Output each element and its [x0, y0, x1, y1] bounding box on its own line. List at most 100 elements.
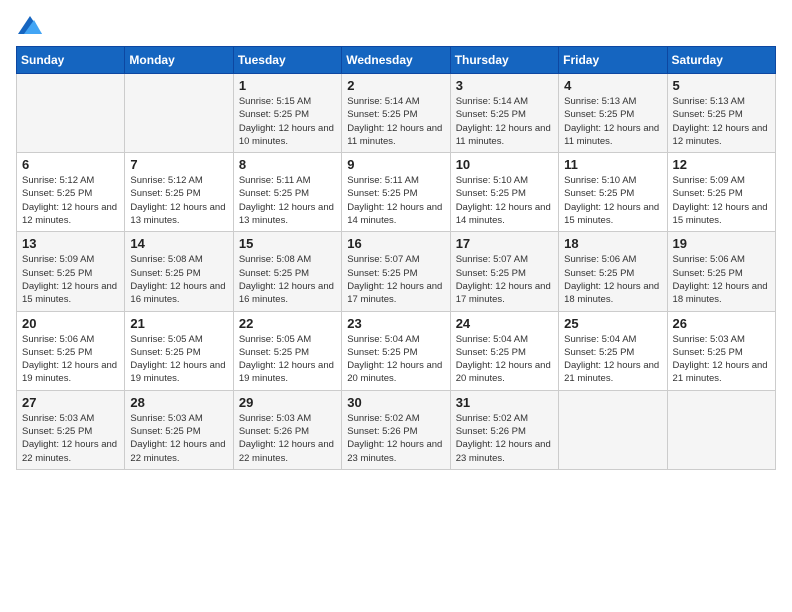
day-number: 18 — [564, 236, 661, 251]
calendar-cell: 17Sunrise: 5:07 AM Sunset: 5:25 PM Dayli… — [450, 232, 558, 311]
day-info: Sunrise: 5:10 AM Sunset: 5:25 PM Dayligh… — [456, 174, 553, 227]
calendar-cell: 14 Sunrise: 5:08 AM Sunset: 5:25 PM Dayli… — [125, 232, 233, 311]
day-number: 29 — [239, 395, 336, 410]
day-info: Sunrise: 5:08 AM Sunset: 5:25 PM Dayligh… — [130, 253, 227, 306]
day-number: 7 — [130, 157, 227, 172]
calendar-cell: 15 Sunrise: 5:08 AM Sunset: 5:25 PM Dayli… — [233, 232, 341, 311]
calendar-week-row: 20 Sunrise: 5:06 AM Sunset: 5:25 PM Dayli… — [17, 311, 776, 390]
calendar-cell: 19Sunrise: 5:06 AM Sunset: 5:25 PM Dayli… — [667, 232, 775, 311]
day-of-week-header: Thursday — [450, 47, 558, 74]
calendar-cell: 7 Sunrise: 5:12 AM Sunset: 5:25 PM Daylig… — [125, 153, 233, 232]
calendar-week-row: 6 Sunrise: 5:12 AM Sunset: 5:25 PM Daylig… — [17, 153, 776, 232]
calendar-cell: 30 Sunrise: 5:02 AM Sunset: 5:26 PM Dayli… — [342, 390, 450, 469]
day-info: Sunrise: 5:02 AM Sunset: 5:26 PM Dayligh… — [456, 412, 553, 465]
calendar-cell: 21 Sunrise: 5:05 AM Sunset: 5:25 PM Dayli… — [125, 311, 233, 390]
day-info: Sunrise: 5:06 AM Sunset: 5:25 PM Dayligh… — [564, 253, 661, 306]
calendar-cell: 25 Sunrise: 5:04 AM Sunset: 5:25 PM Dayli… — [559, 311, 667, 390]
calendar-cell: 24 Sunrise: 5:04 AM Sunset: 5:25 PM Dayli… — [450, 311, 558, 390]
calendar-cell: 8 Sunrise: 5:11 AM Sunset: 5:25 PM Daylig… — [233, 153, 341, 232]
day-number: 2 — [347, 78, 444, 93]
day-number: 1 — [239, 78, 336, 93]
day-number: 6 — [22, 157, 119, 172]
calendar-cell: 6 Sunrise: 5:12 AM Sunset: 5:25 PM Daylig… — [17, 153, 125, 232]
calendar-cell: 16 Sunrise: 5:07 AM Sunset: 5:25 PM Dayli… — [342, 232, 450, 311]
day-info: Sunrise: 5:03 AM Sunset: 5:25 PM Dayligh… — [22, 412, 119, 465]
day-number: 21 — [130, 316, 227, 331]
calendar-cell: 29 Sunrise: 5:03 AM Sunset: 5:26 PM Dayli… — [233, 390, 341, 469]
logo-icon — [18, 16, 42, 34]
day-number: 23 — [347, 316, 444, 331]
day-info: Sunrise: 5:13 AM Sunset: 5:25 PM Dayligh… — [673, 95, 770, 148]
day-info: Sunrise: 5:13 AM Sunset: 5:25 PM Dayligh… — [564, 95, 661, 148]
day-number: 12 — [673, 157, 770, 172]
day-of-week-header: Sunday — [17, 47, 125, 74]
day-info: Sunrise: 5:03 AM Sunset: 5:25 PM Dayligh… — [130, 412, 227, 465]
calendar-week-row: 27 Sunrise: 5:03 AM Sunset: 5:25 PM Dayli… — [17, 390, 776, 469]
day-info: Sunrise: 5:06 AM Sunset: 5:25 PM Dayligh… — [22, 333, 119, 386]
calendar-cell: 22Sunrise: 5:05 AM Sunset: 5:25 PM Dayli… — [233, 311, 341, 390]
day-info: Sunrise: 5:11 AM Sunset: 5:25 PM Dayligh… — [347, 174, 444, 227]
day-info: Sunrise: 5:08 AM Sunset: 5:25 PM Dayligh… — [239, 253, 336, 306]
day-number: 22 — [239, 316, 336, 331]
day-number: 3 — [456, 78, 553, 93]
calendar-cell: 18 Sunrise: 5:06 AM Sunset: 5:25 PM Dayli… — [559, 232, 667, 311]
calendar-week-row: 13 Sunrise: 5:09 AM Sunset: 5:25 PM Dayli… — [17, 232, 776, 311]
calendar-cell — [17, 74, 125, 153]
calendar-cell: 5 Sunrise: 5:13 AM Sunset: 5:25 PM Daylig… — [667, 74, 775, 153]
calendar-cell: 31 Sunrise: 5:02 AM Sunset: 5:26 PM Dayli… — [450, 390, 558, 469]
day-number: 15 — [239, 236, 336, 251]
day-of-week-header: Wednesday — [342, 47, 450, 74]
calendar-table: SundayMondayTuesdayWednesdayThursdayFrid… — [16, 46, 776, 470]
day-info: Sunrise: 5:03 AM Sunset: 5:26 PM Dayligh… — [239, 412, 336, 465]
day-of-week-header: Friday — [559, 47, 667, 74]
day-info: Sunrise: 5:09 AM Sunset: 5:25 PM Dayligh… — [673, 174, 770, 227]
calendar-cell: 27 Sunrise: 5:03 AM Sunset: 5:25 PM Dayli… — [17, 390, 125, 469]
day-number: 31 — [456, 395, 553, 410]
calendar-cell — [667, 390, 775, 469]
calendar-cell: 26Sunrise: 5:03 AM Sunset: 5:25 PM Dayli… — [667, 311, 775, 390]
day-info: Sunrise: 5:15 AM Sunset: 5:25 PM Dayligh… — [239, 95, 336, 148]
day-number: 13 — [22, 236, 119, 251]
calendar-cell: 13 Sunrise: 5:09 AM Sunset: 5:25 PM Dayli… — [17, 232, 125, 311]
calendar-cell: 11 Sunrise: 5:10 AM Sunset: 5:25 PM Dayli… — [559, 153, 667, 232]
calendar-cell: 23Sunrise: 5:04 AM Sunset: 5:25 PM Dayli… — [342, 311, 450, 390]
day-number: 27 — [22, 395, 119, 410]
day-info: Sunrise: 5:04 AM Sunset: 5:25 PM Dayligh… — [456, 333, 553, 386]
day-info: Sunrise: 5:07 AM Sunset: 5:25 PM Dayligh… — [456, 253, 553, 306]
calendar-cell: 9 Sunrise: 5:11 AM Sunset: 5:25 PM Daylig… — [342, 153, 450, 232]
day-of-week-header: Saturday — [667, 47, 775, 74]
calendar-cell — [125, 74, 233, 153]
day-info: Sunrise: 5:11 AM Sunset: 5:25 PM Dayligh… — [239, 174, 336, 227]
day-of-week-header: Tuesday — [233, 47, 341, 74]
calendar-cell: 20 Sunrise: 5:06 AM Sunset: 5:25 PM Dayli… — [17, 311, 125, 390]
day-number: 4 — [564, 78, 661, 93]
day-info: Sunrise: 5:10 AM Sunset: 5:25 PM Dayligh… — [564, 174, 661, 227]
day-info: Sunrise: 5:12 AM Sunset: 5:25 PM Dayligh… — [130, 174, 227, 227]
day-number: 11 — [564, 157, 661, 172]
calendar-cell: 4 Sunrise: 5:13 AM Sunset: 5:25 PM Daylig… — [559, 74, 667, 153]
day-info: Sunrise: 5:12 AM Sunset: 5:25 PM Dayligh… — [22, 174, 119, 227]
day-info: Sunrise: 5:07 AM Sunset: 5:25 PM Dayligh… — [347, 253, 444, 306]
calendar-cell: 3 Sunrise: 5:14 AM Sunset: 5:25 PM Daylig… — [450, 74, 558, 153]
day-number: 9 — [347, 157, 444, 172]
day-number: 19 — [673, 236, 770, 251]
day-info: Sunrise: 5:14 AM Sunset: 5:25 PM Dayligh… — [456, 95, 553, 148]
day-number: 8 — [239, 157, 336, 172]
calendar-cell: 10Sunrise: 5:10 AM Sunset: 5:25 PM Dayli… — [450, 153, 558, 232]
day-info: Sunrise: 5:04 AM Sunset: 5:25 PM Dayligh… — [564, 333, 661, 386]
day-number: 30 — [347, 395, 444, 410]
day-number: 14 — [130, 236, 227, 251]
day-number: 28 — [130, 395, 227, 410]
day-number: 25 — [564, 316, 661, 331]
day-info: Sunrise: 5:02 AM Sunset: 5:26 PM Dayligh… — [347, 412, 444, 465]
day-info: Sunrise: 5:05 AM Sunset: 5:25 PM Dayligh… — [130, 333, 227, 386]
calendar-cell: 1 Sunrise: 5:15 AM Sunset: 5:25 PM Daylig… — [233, 74, 341, 153]
calendar-header-row: SundayMondayTuesdayWednesdayThursdayFrid… — [17, 47, 776, 74]
day-info: Sunrise: 5:09 AM Sunset: 5:25 PM Dayligh… — [22, 253, 119, 306]
day-number: 5 — [673, 78, 770, 93]
calendar-cell: 2Sunrise: 5:14 AM Sunset: 5:25 PM Daylig… — [342, 74, 450, 153]
day-number: 16 — [347, 236, 444, 251]
day-number: 20 — [22, 316, 119, 331]
day-number: 24 — [456, 316, 553, 331]
day-info: Sunrise: 5:03 AM Sunset: 5:25 PM Dayligh… — [673, 333, 770, 386]
